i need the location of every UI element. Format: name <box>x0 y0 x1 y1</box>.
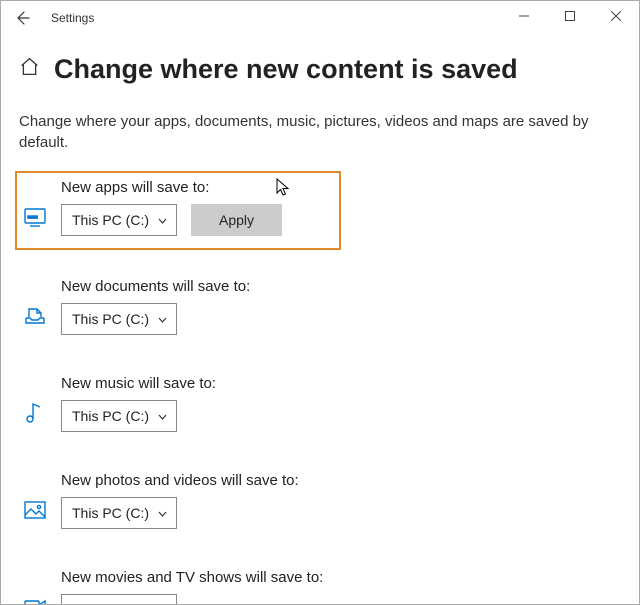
page-content: Change where new content is saved Change… <box>1 53 639 605</box>
apply-button[interactable]: Apply <box>191 204 282 236</box>
section-music: New music will save to: This PC (C:) <box>19 367 621 444</box>
back-button[interactable] <box>9 5 35 31</box>
section-label-movies: New movies and TV shows will save to: <box>61 569 617 586</box>
dropdown-photos-location[interactable]: This PC (C:) <box>61 497 177 529</box>
page-title: Change where new content is saved <box>54 53 518 85</box>
dropdown-value: This PC (C:) <box>72 311 149 327</box>
section-movies: New movies and TV shows will save to: Th… <box>19 561 621 605</box>
section-label-documents: New documents will save to: <box>61 278 617 295</box>
dropdown-documents-location[interactable]: This PC (C:) <box>61 303 177 335</box>
video-icon <box>23 595 47 605</box>
section-label-music: New music will save to: <box>61 375 617 392</box>
section-body: New apps will save to: This PC (C:) Appl… <box>61 179 333 236</box>
heading-row: Change where new content is saved <box>19 53 621 85</box>
maximize-button[interactable] <box>547 1 593 31</box>
chevron-down-icon <box>157 215 168 226</box>
pictures-icon <box>23 498 47 522</box>
chevron-down-icon <box>157 508 168 519</box>
window-controls <box>501 1 639 31</box>
dropdown-apps-location[interactable]: This PC (C:) <box>61 204 177 236</box>
apps-icon <box>23 205 47 229</box>
dropdown-value: This PC (C:) <box>72 212 149 228</box>
minimize-button[interactable] <box>501 1 547 31</box>
section-body: New music will save to: This PC (C:) <box>61 375 617 432</box>
close-button[interactable] <box>593 1 639 31</box>
chevron-down-icon <box>157 314 168 325</box>
section-apps: New apps will save to: This PC (C:) Appl… <box>23 179 333 236</box>
section-documents: New documents will save to: This PC (C:) <box>19 270 621 347</box>
sections: New apps will save to: This PC (C:) Appl… <box>19 171 621 605</box>
section-body: New movies and TV shows will save to: Th… <box>61 569 617 605</box>
music-icon <box>23 401 47 425</box>
app-title: Settings <box>51 11 94 25</box>
home-icon[interactable] <box>19 56 40 82</box>
dropdown-value: This PC (C:) <box>72 408 149 424</box>
dropdown-value: This PC (C:) <box>72 505 149 521</box>
section-label-photos: New photos and videos will save to: <box>61 472 617 489</box>
section-label-apps: New apps will save to: <box>61 179 333 196</box>
settings-window: Settings Change where new content is sav… <box>0 0 640 605</box>
highlight-box: New apps will save to: This PC (C:) Appl… <box>15 171 341 250</box>
chevron-down-icon <box>157 411 168 422</box>
section-body: New photos and videos will save to: This… <box>61 472 617 529</box>
documents-icon <box>23 304 47 328</box>
page-description: Change where your apps, documents, music… <box>19 111 621 153</box>
section-photos: New photos and videos will save to: This… <box>19 464 621 541</box>
section-body: New documents will save to: This PC (C:) <box>61 278 617 335</box>
dropdown-music-location[interactable]: This PC (C:) <box>61 400 177 432</box>
dropdown-movies-location[interactable]: This PC (C:) <box>61 594 177 605</box>
